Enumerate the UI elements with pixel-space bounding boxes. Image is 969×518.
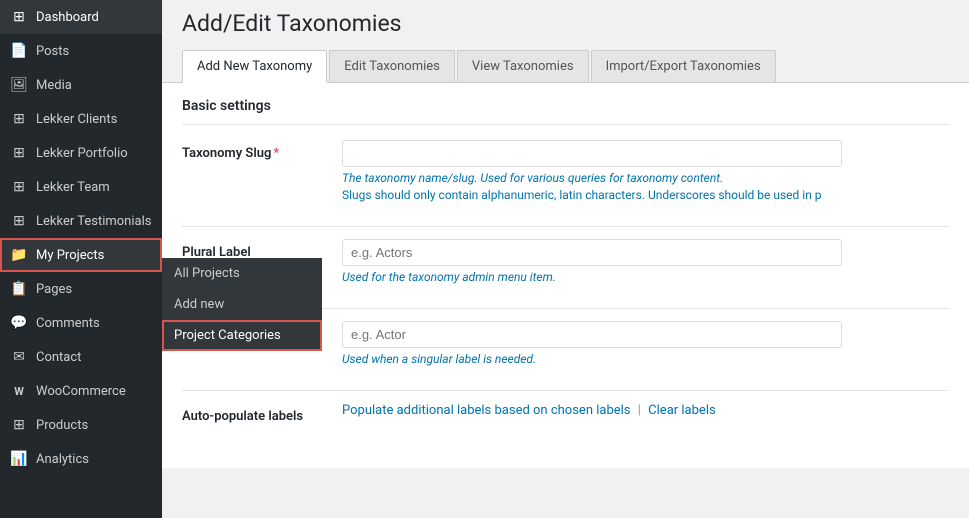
sidebar-item-label: Lekker Testimonials [36, 214, 151, 229]
taxonomy-slug-field: The taxonomy name/slug. Used for various… [342, 140, 949, 202]
tab-view-taxonomies[interactable]: View Taxonomies [457, 50, 589, 82]
taxonomy-slug-hint1: The taxonomy name/slug. Used for various… [342, 171, 949, 185]
sidebar-item-label: Lekker Clients [36, 112, 117, 127]
lekker-clients-icon: ⊞ [10, 110, 28, 128]
analytics-icon: 📊 [10, 450, 28, 468]
submenu-item-all-projects[interactable]: All Projects [162, 258, 322, 289]
sidebar-item-comments[interactable]: 💬 Comments [0, 306, 162, 340]
sidebar-item-label: Media [36, 78, 72, 93]
tab-edit-taxonomies[interactable]: Edit Taxonomies [329, 50, 455, 82]
tab-add-new-taxonomy[interactable]: Add New Taxonomy [182, 50, 327, 83]
taxonomy-slug-label: Taxonomy Slug* [182, 140, 342, 161]
sidebar-item-posts[interactable]: 📄 Posts [0, 34, 162, 68]
auto-populate-field: Populate additional labels based on chos… [342, 403, 949, 418]
sidebar-item-media[interactable]: 🖼 Media [0, 68, 162, 102]
tabs-bar: Add New Taxonomy Edit Taxonomies View Ta… [162, 50, 969, 83]
my-projects-icon: 📁 [10, 246, 28, 264]
dashboard-icon: ⊞ [10, 8, 28, 26]
section-title: Basic settings [182, 83, 949, 125]
sidebar-item-lekker-portfolio[interactable]: ⊞ Lekker Portfolio [0, 136, 162, 170]
posts-icon: 📄 [10, 42, 28, 60]
sidebar-item-label: My Projects [36, 248, 104, 263]
contact-icon: ✉ [10, 348, 28, 366]
sidebar-item-label: Contact [36, 350, 81, 365]
submenu-item-project-categories[interactable]: Project Categories [162, 320, 322, 351]
sidebar: ⊞ Dashboard 📄 Posts 🖼 Media ⊞ Lekker Cli… [0, 0, 162, 518]
sidebar-item-label: Comments [36, 316, 100, 331]
submenu-my-projects: All Projects Add new Project Categories [162, 258, 322, 351]
sidebar-item-label: Lekker Team [36, 180, 110, 195]
lekker-portfolio-icon: ⊞ [10, 144, 28, 162]
divider-1 [182, 226, 949, 227]
sidebar-item-lekker-team[interactable]: ⊞ Lekker Team [0, 170, 162, 204]
plural-label-hint: Used for the taxonomy admin menu item. [342, 270, 949, 284]
woocommerce-icon: W [10, 382, 28, 400]
sidebar-item-woocommerce[interactable]: W WooCommerce [0, 374, 162, 408]
submenu-item-add-new[interactable]: Add new [162, 289, 322, 320]
sidebar-item-label: Posts [36, 44, 69, 59]
taxonomy-slug-input[interactable] [342, 140, 842, 167]
field-row-auto-populate: Auto-populate labels Populate additional… [182, 403, 949, 436]
sidebar-item-lekker-testimonials[interactable]: ⊞ Lekker Testimonials [0, 204, 162, 238]
field-row-taxonomy-slug: Taxonomy Slug* The taxonomy name/slug. U… [182, 140, 949, 214]
page-header: Add/Edit Taxonomies [162, 0, 969, 50]
sidebar-item-label: Products [36, 418, 88, 433]
divider-3 [182, 390, 949, 391]
sidebar-item-my-projects[interactable]: 📁 My Projects [0, 238, 162, 272]
singular-label-field: Used when a singular label is needed. [342, 321, 949, 366]
sidebar-item-lekker-clients[interactable]: ⊞ Lekker Clients [0, 102, 162, 136]
sidebar-item-label: Lekker Portfolio [36, 146, 128, 161]
products-icon: ⊞ [10, 416, 28, 434]
sidebar-item-label: Dashboard [36, 10, 99, 25]
sidebar-item-label: WooCommerce [36, 384, 126, 399]
link-separator: | [638, 403, 641, 418]
sidebar-item-products[interactable]: ⊞ Products [0, 408, 162, 442]
plural-label-field: Used for the taxonomy admin menu item. [342, 239, 949, 284]
required-indicator: * [273, 146, 279, 161]
taxonomy-slug-hint2: Slugs should only contain alphanumeric, … [342, 188, 949, 202]
lekker-testimonials-icon: ⊞ [10, 212, 28, 230]
plural-label-label: Plural Label [182, 239, 342, 260]
page-title: Add/Edit Taxonomies [182, 10, 949, 37]
singular-label-hint: Used when a singular label is needed. [342, 352, 949, 366]
tab-import-export[interactable]: Import/Export Taxonomies [591, 50, 776, 82]
sidebar-item-pages[interactable]: 📋 Pages [0, 272, 162, 306]
singular-label-input[interactable] [342, 321, 842, 348]
pages-icon: 📋 [10, 280, 28, 298]
media-icon: 🖼 [10, 76, 28, 94]
sidebar-item-analytics[interactable]: 📊 Analytics [0, 442, 162, 476]
auto-populate-label: Auto-populate labels [182, 403, 342, 424]
sidebar-item-label: Pages [36, 282, 72, 297]
sidebar-item-label: Analytics [36, 452, 89, 467]
populate-labels-link[interactable]: Populate additional labels based on chos… [342, 403, 631, 418]
plural-label-input[interactable] [342, 239, 842, 266]
sidebar-item-dashboard[interactable]: ⊞ Dashboard [0, 0, 162, 34]
sidebar-item-contact[interactable]: ✉ Contact [0, 340, 162, 374]
lekker-team-icon: ⊞ [10, 178, 28, 196]
clear-labels-link[interactable]: Clear labels [648, 403, 716, 418]
comments-icon: 💬 [10, 314, 28, 332]
